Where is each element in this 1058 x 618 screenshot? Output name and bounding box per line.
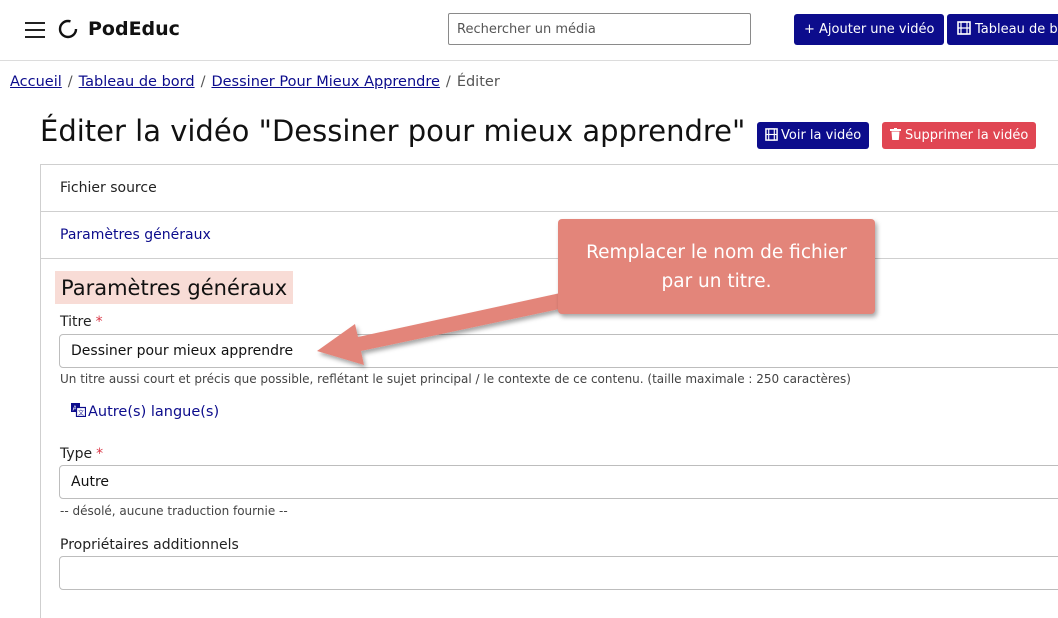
annotation-arrow — [317, 292, 569, 365]
annotation-callout: Remplacer le nom de fichier par un titre… — [558, 219, 875, 314]
annotation-line-2: par un titre. — [661, 271, 772, 292]
annotation-line-1: Remplacer le nom de fichier — [586, 242, 847, 263]
